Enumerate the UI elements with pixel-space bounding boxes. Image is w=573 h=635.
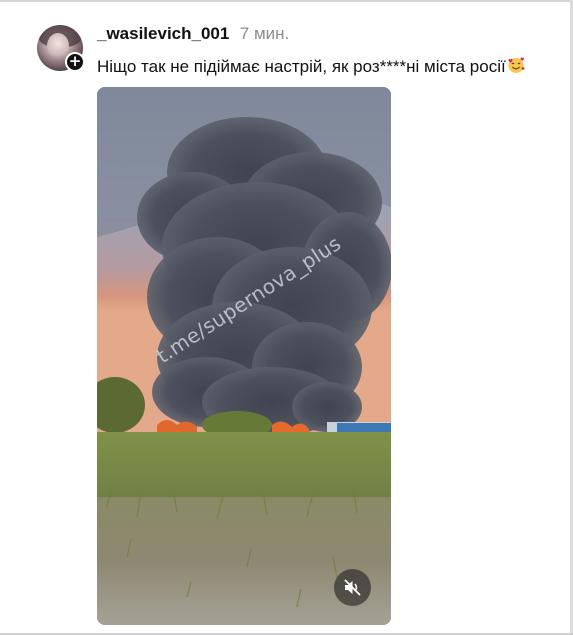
avatar-face	[47, 33, 69, 59]
plus-icon[interactable]: +	[65, 52, 85, 72]
mute-button[interactable]	[334, 569, 371, 606]
post-message-text: Ніщо так не підіймає настрій, як роз****…	[97, 57, 506, 76]
post-message: Ніщо так не підіймає настрій, як роз****…	[97, 54, 525, 77]
post-header: _wasilevich_001 7 мин.	[97, 24, 289, 44]
post-timestamp: 7 мин.	[239, 24, 290, 43]
speaker-muted-icon	[344, 579, 361, 596]
username-link[interactable]: _wasilevich_001	[97, 24, 229, 43]
video-frame-image	[97, 87, 391, 625]
video-player[interactable]	[97, 87, 391, 625]
post-frame: + _wasilevich_001 7 мин. Ніщо так не під…	[0, 0, 573, 635]
top-divider	[0, 0, 573, 2]
smiling-face-with-hearts-emoji	[507, 56, 525, 74]
